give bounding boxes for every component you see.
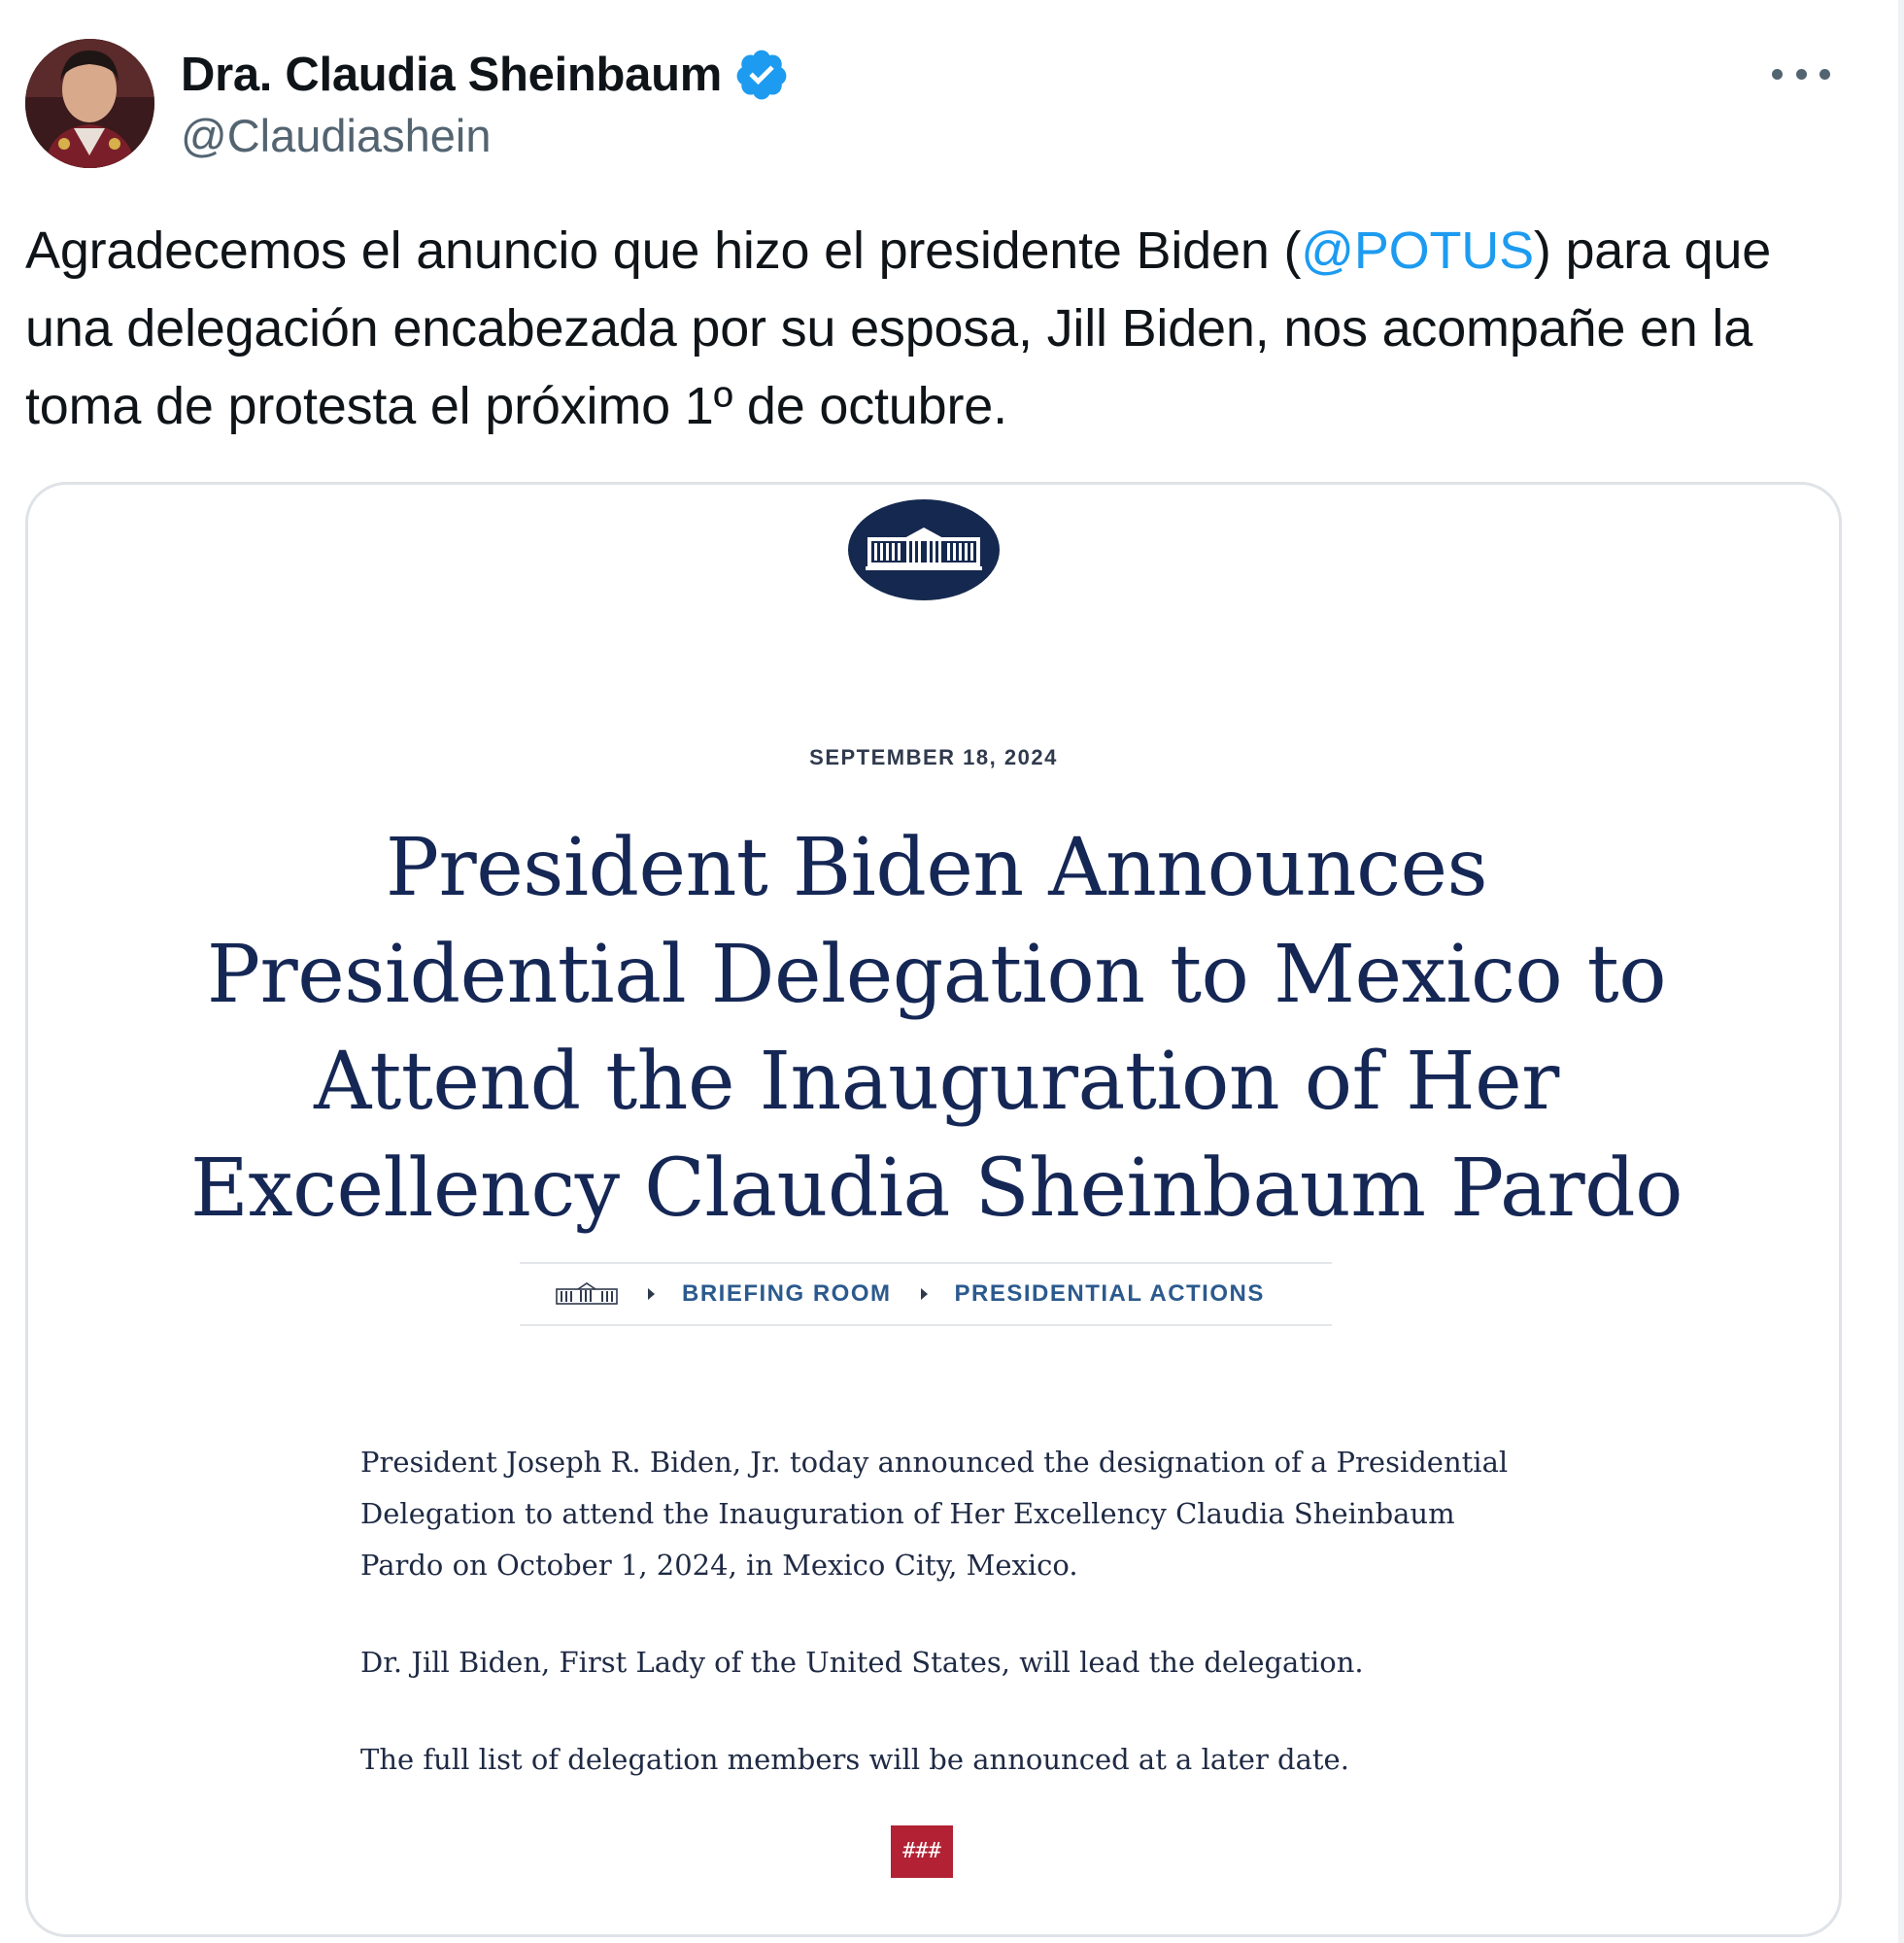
- press-body: President Joseph R. Biden, Jr. today ann…: [360, 1437, 1516, 1831]
- breadcrumb: BRIEFING ROOM PRESIDENTIAL ACTIONS: [520, 1262, 1332, 1326]
- press-title: President Biden Announces Presidential D…: [190, 822, 1683, 1235]
- more-horizontal-icon[interactable]: [1772, 56, 1830, 91]
- dot: [1795, 68, 1807, 80]
- verified-badge-icon: [736, 50, 787, 100]
- handle[interactable]: @Claudiashein: [181, 109, 491, 162]
- scrollbar-track: [1898, 0, 1904, 1943]
- tweet-header: Dra. Claudia Sheinbaum @Claudiashein: [25, 39, 1879, 170]
- end-mark: ###: [891, 1825, 953, 1878]
- tweet-text-part: Agradecemos el anuncio que hizo el presi…: [25, 222, 1302, 280]
- breadcrumb-presidential-actions[interactable]: PRESIDENTIAL ACTIONS: [955, 1280, 1265, 1308]
- mention-link[interactable]: @POTUS: [1301, 222, 1534, 280]
- chevron-right-icon: [920, 1288, 928, 1300]
- white-house-logo-icon: [848, 499, 1000, 600]
- breadcrumb-briefing-room[interactable]: BRIEFING ROOM: [682, 1280, 892, 1308]
- press-date: SEPTEMBER 18, 2024: [809, 745, 1058, 769]
- white-house-home-icon[interactable]: [555, 1281, 619, 1307]
- dot: [1819, 68, 1830, 80]
- name-row: Dra. Claudia Sheinbaum: [181, 43, 790, 107]
- press-paragraph: President Joseph R. Biden, Jr. today ann…: [360, 1446, 1509, 1582]
- media-card[interactable]: SEPTEMBER 18, 2024 President Biden Annou…: [25, 482, 1842, 1937]
- chevron-right-icon: [648, 1288, 655, 1300]
- press-paragraph: Dr. Jill Biden, First Lady of the United…: [360, 1646, 1364, 1679]
- display-name[interactable]: Dra. Claudia Sheinbaum: [181, 48, 722, 102]
- dot: [1772, 68, 1783, 80]
- avatar[interactable]: [25, 39, 154, 168]
- tweet-text: Agradecemos el anuncio que hizo el presi…: [25, 212, 1871, 445]
- press-paragraph: The full list of delegation members will…: [360, 1743, 1349, 1776]
